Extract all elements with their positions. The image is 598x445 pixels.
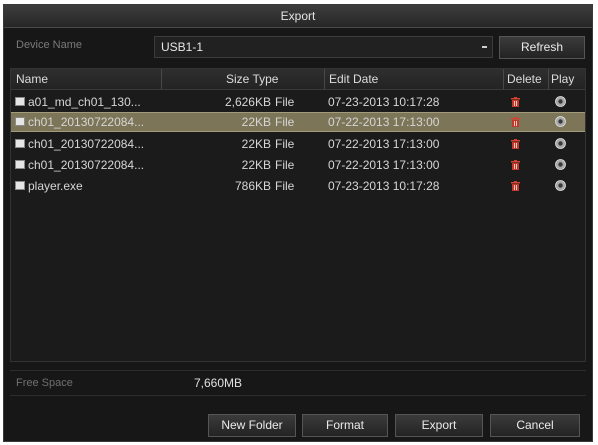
file-name: ch01_20130722084... [28,158,145,172]
refresh-button[interactable]: Refresh [499,36,585,59]
trash-icon[interactable] [511,181,520,191]
play-icon[interactable] [555,159,566,170]
file-size: 22KB [241,115,271,129]
file-name: a01_md_ch01_130... [28,95,141,109]
file-size: 22KB [241,158,271,172]
file-type: File [275,115,295,129]
device-name-label: Device Name [16,39,83,51]
trash-icon[interactable] [511,117,520,127]
file-icon [15,97,25,106]
trash-icon[interactable] [511,160,520,170]
file-icon [15,117,25,126]
file-list-header: Name Size Type Edit Date Delete Play [11,69,585,90]
play-icon[interactable] [555,138,566,149]
column-header-play[interactable]: Play [551,69,574,89]
device-select-value: USB1-1 [161,40,204,54]
file-size: 22KB [241,137,271,151]
column-header-size-type[interactable]: Size Type [226,69,278,89]
new-folder-button[interactable]: New Folder [208,414,296,437]
trash-icon[interactable] [511,139,520,149]
column-divider [548,69,549,89]
column-divider [161,69,162,89]
file-icon [15,181,25,190]
file-list: Name Size Type Edit Date Delete Play a01… [10,68,586,362]
file-row[interactable]: ch01_20130722084... 22KB File 07-22-2013… [11,134,585,154]
column-header-delete[interactable]: Delete [507,69,542,89]
file-icon [15,139,25,148]
file-edit-date: 07-23-2013 10:17:28 [328,179,440,193]
file-row[interactable]: a01_md_ch01_130... 2,626KB File 07-23-20… [11,92,585,112]
column-divider [503,69,504,89]
play-icon[interactable] [555,180,566,191]
file-row-selected[interactable]: ch01_20130722084... 22KB File 07-22-2013… [11,112,585,132]
device-select[interactable]: USB1-1 [154,36,493,58]
file-size: 2,626KB [224,95,271,109]
file-type: File [275,179,295,193]
column-header-edit-date[interactable]: Edit Date [329,69,378,89]
file-size: 786KB [234,179,271,193]
dropdown-caret-icon [482,46,487,48]
free-space-value: 7,660MB [194,376,243,390]
export-dialog: Export Device Name USB1-1 Refresh Name S… [3,4,593,442]
file-type: File [275,95,295,109]
dialog-title: Export [4,5,592,28]
file-name: player.exe [28,179,83,193]
file-row[interactable]: player.exe 786KB File 07-23-2013 10:17:2… [11,176,585,196]
play-icon[interactable] [555,96,566,107]
column-header-name[interactable]: Name [16,69,48,89]
free-space-row: Free Space 7,660MB [10,370,586,396]
play-icon[interactable] [555,116,566,127]
format-button[interactable]: Format [302,414,388,437]
file-edit-date: 07-22-2013 17:13:00 [328,137,440,151]
cancel-button[interactable]: Cancel [490,414,580,437]
file-name: ch01_20130722084... [28,137,145,151]
file-icon [15,160,25,169]
file-type: File [275,137,295,151]
free-space-label: Free Space [16,377,73,389]
trash-icon[interactable] [511,97,520,107]
file-edit-date: 07-23-2013 10:17:28 [328,95,440,109]
column-divider [324,69,325,89]
file-type: File [275,158,295,172]
export-button[interactable]: Export [395,414,483,437]
file-edit-date: 07-22-2013 17:13:00 [328,115,440,129]
file-row[interactable]: ch01_20130722084... 22KB File 07-22-2013… [11,155,585,175]
file-edit-date: 07-22-2013 17:13:00 [328,158,440,172]
file-name: ch01_20130722084... [28,115,145,129]
